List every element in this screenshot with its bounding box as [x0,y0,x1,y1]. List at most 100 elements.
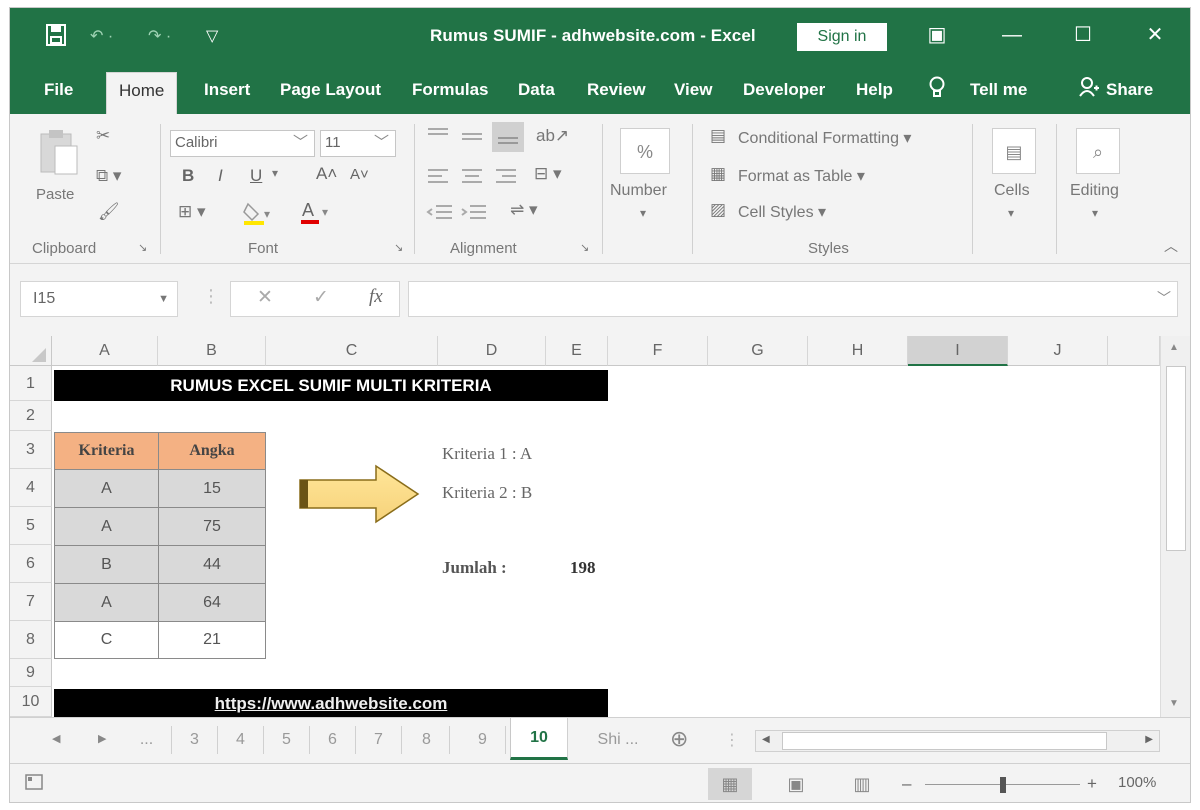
table-cell[interactable]: A [54,507,159,546]
paste-icon[interactable] [37,128,81,181]
right-arrow-shape[interactable] [298,464,422,529]
scroll-down-icon[interactable]: ▼ [1169,698,1179,709]
table-header-kriteria[interactable]: Kriteria [54,432,159,470]
tell-me-search[interactable]: Tell me [970,78,1027,102]
row-header[interactable]: 3 [10,431,52,469]
tab-developer[interactable]: Developer [743,78,825,102]
row-header[interactable]: 5 [10,507,52,545]
share-button[interactable]: Share [1106,78,1153,102]
tab-home[interactable]: Home [106,72,178,114]
sheet-tab[interactable]: 8 [404,726,450,754]
table-cell[interactable]: B [54,545,159,584]
table-cell[interactable]: 15 [158,469,266,508]
table-header-angka[interactable]: Angka [158,432,266,470]
tab-page-layout[interactable]: Page Layout [280,78,381,102]
row-header[interactable]: 2 [10,401,52,431]
column-header[interactable]: J [1008,336,1108,366]
column-header[interactable]: A [52,336,158,366]
bottom-align-icon[interactable] [492,122,524,152]
borders-icon[interactable]: ⊞ ▾ [178,202,206,222]
tab-file[interactable]: File [44,78,73,102]
paste-label[interactable]: Paste [36,186,74,203]
sign-in-button[interactable]: Sign in [797,23,887,51]
new-sheet-icon[interactable]: ⊕ [670,726,688,752]
scroll-tabs-right-icon[interactable]: ▶ [98,732,106,745]
column-header[interactable] [1108,336,1160,366]
macro-recording-icon[interactable] [24,772,44,797]
font-name-select[interactable]: Calibri ﹀ [170,130,315,157]
scroll-tabs-left-icon[interactable]: ◀ [52,732,60,745]
bold-button[interactable]: B [182,166,194,186]
tab-formulas[interactable]: Formulas [412,78,489,102]
zoom-in-button[interactable]: + [1087,774,1097,794]
sheet-tab[interactable]: 3 [172,726,218,754]
font-launcher-icon[interactable]: ↘ [394,241,403,254]
shrink-font-button[interactable]: A˅ [350,166,369,183]
font-color-icon[interactable]: A ▾ [300,198,330,231]
editing-label[interactable]: Editing [1070,182,1119,200]
table-cell[interactable]: 44 [158,545,266,584]
redo-icon[interactable]: ↷ · [148,26,171,46]
number-dropdown-icon[interactable]: ▾ [640,206,646,220]
underline-dropdown-icon[interactable]: ▾ [272,166,278,180]
underline-button[interactable]: U [250,166,262,186]
zoom-out-button[interactable]: – [902,774,911,794]
increase-indent-icon[interactable] [460,202,488,229]
column-header[interactable]: F [608,336,708,366]
orientation-icon[interactable]: ab↗ [536,126,569,146]
column-header[interactable]: D [438,336,546,366]
tab-review[interactable]: Review [587,78,646,102]
row-header[interactable]: 9 [10,659,52,687]
save-icon[interactable] [46,24,66,52]
format-painter-icon[interactable]: 🖌 [98,202,120,222]
table-cell[interactable]: 64 [158,583,266,622]
sheet-tab[interactable]: Shi ... [580,726,656,754]
grow-font-button[interactable]: A˄ [316,164,337,184]
top-align-icon[interactable] [426,126,450,153]
undo-icon[interactable]: ↶ · [90,26,113,46]
column-header[interactable]: H [808,336,908,366]
row-header[interactable]: 6 [10,545,52,583]
normal-view-icon[interactable]: ▦ [708,768,752,800]
number-format-button[interactable]: % [620,128,670,174]
enter-icon[interactable]: ✓ [313,286,329,309]
column-header[interactable]: E [546,336,608,366]
column-header-selected[interactable]: I [908,336,1008,366]
zoom-level[interactable]: 100% [1118,774,1156,791]
alignment-launcher-icon[interactable]: ↘ [580,241,589,254]
cells-dropdown-icon[interactable]: ▾ [1008,206,1014,220]
number-label[interactable]: Number [610,182,667,200]
horizontal-scrollbar[interactable]: ◀ ▶ [755,730,1160,752]
cells-button[interactable]: ▤ [992,128,1036,174]
formula-input[interactable]: ﹀ [408,281,1178,317]
decrease-indent-icon[interactable] [426,202,454,229]
middle-align-icon[interactable] [460,126,484,153]
editing-dropdown-icon[interactable]: ▾ [1092,206,1098,220]
scroll-left-icon[interactable]: ◀ [762,734,770,745]
sheet-tabs-ellipsis[interactable]: ... [122,726,172,754]
tab-view[interactable]: View [674,78,712,102]
align-left-icon[interactable] [426,166,450,193]
vertical-scrollbar[interactable]: ▲ ▼ [1160,336,1190,717]
jumlah-label[interactable]: Jumlah : [442,558,507,578]
tab-split-grip[interactable]: ⋮ [724,730,740,750]
table-cell[interactable]: 75 [158,507,266,546]
tab-insert[interactable]: Insert [204,78,250,102]
cells-label[interactable]: Cells [994,182,1030,200]
scroll-right-icon[interactable]: ▶ [1145,734,1153,745]
align-right-icon[interactable] [494,166,518,193]
clipboard-launcher-icon[interactable]: ↘ [138,241,147,254]
table-cell[interactable]: 21 [158,621,266,659]
font-size-select[interactable]: 11 ﹀ [320,130,396,157]
column-header[interactable]: B [158,336,266,366]
table-cell[interactable]: A [54,583,159,622]
sheet-tab[interactable]: 9 [460,726,506,754]
row-header[interactable]: 8 [10,621,52,659]
table-cell[interactable]: A [54,469,159,508]
cut-icon[interactable]: ✂ [96,126,110,146]
editing-button[interactable]: ⌕ [1076,128,1120,174]
select-all-corner[interactable] [10,336,52,366]
column-header[interactable]: G [708,336,808,366]
title-banner[interactable]: RUMUS EXCEL SUMIF MULTI KRITERIA [54,370,608,401]
sheet-tab[interactable]: 6 [310,726,356,754]
